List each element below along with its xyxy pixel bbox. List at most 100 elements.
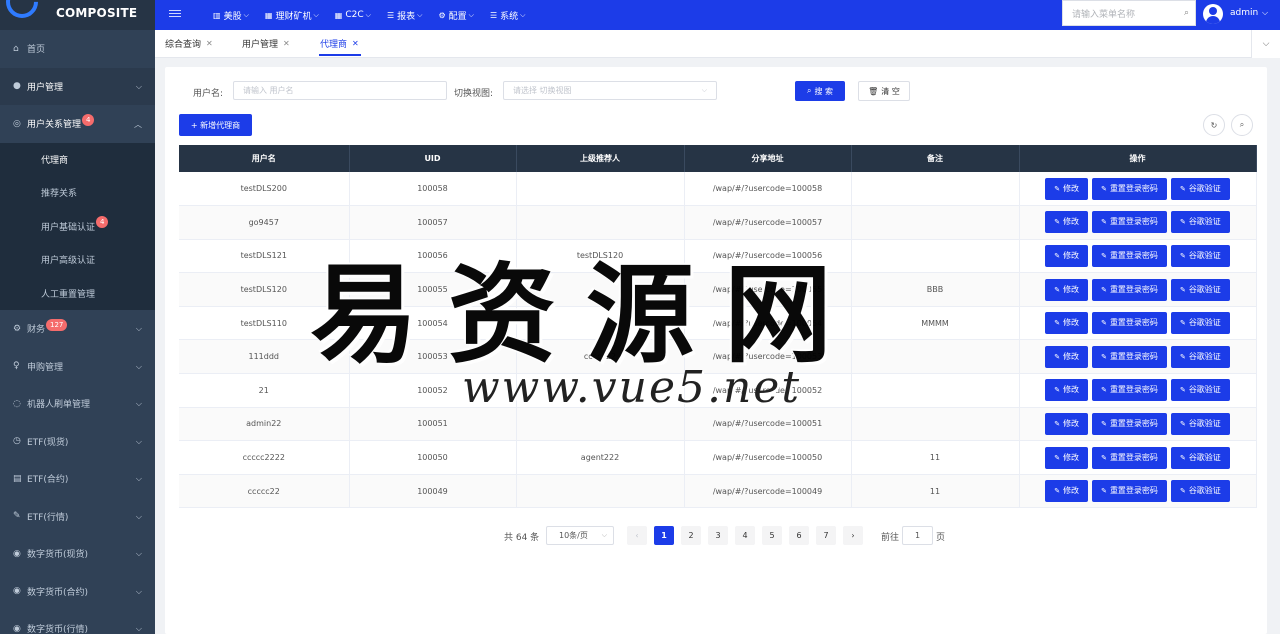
topnav-item-c2c[interactable]: ▦ C2C ⌵ [327,0,379,30]
add-agent-button[interactable]: + 新增代理商 [179,114,252,136]
page-button[interactable]: 3 [708,526,728,545]
reset-password-button[interactable]: ✎ 重置登录密码 [1092,278,1167,301]
page-button[interactable]: 7 [816,526,836,545]
tab-agent[interactable]: 代理商 ✕ [320,37,359,50]
edit-button[interactable]: ✎ 修改 [1045,446,1089,469]
bot-icon: ◌ [13,398,21,409]
google-verify-button[interactable]: ✎ 谷歌验证 [1170,278,1230,301]
cell-remark: BBB [851,272,1020,307]
prev-page-button[interactable]: ‹ [627,526,647,545]
page-button[interactable]: 6 [789,526,809,545]
sidebar-item-home[interactable]: ⌂ 首页 [0,30,155,68]
topnav-item-reports[interactable]: ☰ 报表 ⌵ [379,0,431,30]
edit-button[interactable]: ✎ 修改 [1045,278,1089,301]
chevron-down-icon: ⌵ [135,324,142,333]
google-verify-button[interactable]: ✎ 谷歌验证 [1170,211,1230,234]
page-button[interactable]: 2 [681,526,701,545]
search-icon: ⌕ [806,86,812,95]
sidebar-subitem-basic-auth[interactable]: 用户基础认证 4 [0,209,155,243]
sidebar-item-robot[interactable]: ◌ 机器人刷单管理 ⌵ [0,385,155,423]
edit-button[interactable]: ✎ 修改 [1045,177,1089,200]
edit-icon: ✎ [13,511,21,522]
edit-icon: ✎ [1179,319,1186,328]
sidebar-subitem-agent[interactable]: 代理商 [0,142,155,176]
google-verify-button[interactable]: ✎ 谷歌验证 [1170,379,1230,402]
cell-remark [851,239,1020,274]
page-button[interactable]: 4 [735,526,755,545]
edit-button[interactable]: ✎ 修改 [1045,345,1089,368]
edit-button[interactable]: ✎ 修改 [1045,312,1089,335]
edit-icon: ✎ [1101,251,1107,260]
google-verify-button[interactable]: ✎ 谷歌验证 [1170,446,1230,469]
username-label[interactable]: admin [1230,8,1258,18]
search-button[interactable]: ⌕ 搜 索 [795,81,845,101]
view-select[interactable]: 请选择 切换视图 ⌵ [503,81,717,100]
username-input[interactable]: 请输入 用户名 [233,81,447,100]
col-username: 用户名 [179,145,350,172]
sidebar-subitem-referral[interactable]: 推荐关系 [0,176,155,210]
sidebar-item-finance[interactable]: ⚙ 财务 127 ⌵ [0,310,155,348]
reset-password-button[interactable]: ✎ 重置登录密码 [1092,480,1167,503]
google-verify-button[interactable]: ✎ 谷歌验证 [1170,345,1230,368]
sidebar-item-subscription[interactable]: ♀ 申购管理 ⌵ [0,348,155,386]
cell-username: ccccc2222 [179,440,350,475]
count-badge: 4 [82,113,95,126]
reset-password-button[interactable]: ✎ 重置登录密码 [1092,177,1167,200]
close-icon[interactable]: ✕ [352,39,359,48]
chevron-down-icon[interactable]: ⌵ [1262,8,1268,18]
edit-button[interactable]: ✎ 修改 [1045,244,1089,267]
topnav-item-system[interactable]: ☰ 系统 ⌵ [482,0,534,30]
edit-icon: ✎ [1101,453,1107,462]
close-icon[interactable]: ✕ [206,39,213,48]
tab-query[interactable]: 综合查询 ✕ [165,37,213,50]
search-icon[interactable]: ⌕ [1231,114,1253,136]
page-size-select[interactable]: 10条/页 ⌵ [546,526,614,545]
sidebar-item-user-relations[interactable]: ◎ 用户关系管理 4 ︿ [0,105,155,143]
edit-button[interactable]: ✎ 修改 [1045,211,1089,234]
goto-page-input[interactable]: 1 [902,526,933,545]
topnav-item-mining[interactable]: ▦ 理财矿机 ⌵ [257,0,327,30]
close-icon[interactable]: ✕ [283,39,290,48]
page-button[interactable]: 1 [654,526,674,545]
next-page-button[interactable]: › [843,526,863,545]
avatar[interactable] [1203,4,1223,24]
menu-toggle-icon[interactable] [169,8,181,20]
ring-icon: ♀ [13,361,20,372]
watermark-text: 易资源网 [310,252,863,378]
cell-referrer [516,172,685,207]
edit-button[interactable]: ✎ 修改 [1045,379,1089,402]
reset-password-button[interactable]: ✎ 重置登录密码 [1092,446,1167,469]
refresh-icon[interactable]: ↻ [1203,114,1225,136]
view-label: 切换视图: [454,89,494,99]
google-verify-button[interactable]: ✎ 谷歌验证 [1170,244,1230,267]
clear-button[interactable]: 🗑 清 空 [858,81,910,101]
reset-password-button[interactable]: ✎ 重置登录密码 [1092,412,1167,435]
google-verify-button[interactable]: ✎ 谷歌验证 [1170,412,1230,435]
cell-remark [851,339,1020,375]
sidebar-subitem-manual-reset[interactable]: 人工重置管理 [0,276,155,310]
sidebar-item-user-management[interactable]: ● 用户管理 ⌵ [0,67,155,105]
reset-password-button[interactable]: ✎ 重置登录密码 [1092,244,1167,267]
google-verify-button[interactable]: ✎ 谷歌验证 [1170,480,1230,503]
chevron-down-icon: ⌵ [468,10,474,19]
reset-password-button[interactable]: ✎ 重置登录密码 [1092,312,1167,335]
reset-password-button[interactable]: ✎ 重置登录密码 [1092,345,1167,368]
sidebar-subitem-advanced-auth[interactable]: 用户高级认证 [0,243,155,277]
sidebar-item-crypto-contract[interactable]: ◉ 数字货币(合约) ⌵ [0,573,155,611]
page-button[interactable]: 5 [762,526,782,545]
topnav-item-config[interactable]: ⚙ 配置 ⌵ [430,0,482,30]
menu-search-input[interactable]: 请输入菜单名称 ⌕ [1062,0,1196,26]
edit-button[interactable]: ✎ 修改 [1045,412,1089,435]
tab-user-management[interactable]: 用户管理 ✕ [242,37,290,50]
edit-button[interactable]: ✎ 修改 [1045,480,1089,503]
search-icon[interactable]: ⌕ [1184,8,1189,18]
topnav-item-us-stock[interactable]: ▥ 美股 ⌵ [205,0,257,30]
chevron-down-icon[interactable]: ⌵ [1251,30,1280,58]
sidebar-item-etf-contract[interactable]: ▤ ETF(合约) ⌵ [0,460,155,498]
sidebar-item-crypto-market[interactable]: ◉ 数字货币(行情) ⌵ [0,610,155,634]
google-verify-button[interactable]: ✎ 谷歌验证 [1170,177,1230,200]
reset-password-button[interactable]: ✎ 重置登录密码 [1092,211,1167,234]
google-verify-button[interactable]: ✎ 谷歌验证 [1170,312,1230,335]
sidebar-item-etf-spot[interactable]: ◷ ETF(现货) ⌵ [0,423,155,461]
reset-password-button[interactable]: ✎ 重置登录密码 [1092,379,1167,402]
